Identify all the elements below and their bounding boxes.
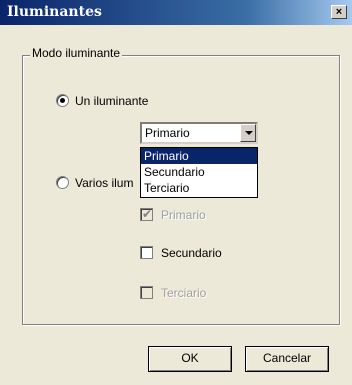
dropdown-option-terciario[interactable]: Terciario <box>141 180 257 196</box>
terciario-checkbox-label: Terciario <box>161 286 207 300</box>
window-title: Iluminantes <box>7 4 102 20</box>
check-icon: ✔ <box>142 207 153 221</box>
secundario-checkbox[interactable] <box>140 246 153 259</box>
close-icon: × <box>335 6 343 18</box>
illuminant-select-value: Primario <box>145 126 190 140</box>
close-button[interactable]: × <box>331 5 347 19</box>
single-illuminant-radio[interactable] <box>56 94 69 107</box>
dropdown-option-secundario[interactable]: Secundario <box>141 164 257 180</box>
dropdown-option-primario[interactable]: Primario <box>141 148 257 164</box>
dropdown-button[interactable] <box>240 124 256 142</box>
single-illuminant-label[interactable]: Un iluminante <box>75 94 148 108</box>
terciario-checkbox[interactable] <box>140 286 153 299</box>
multiple-illuminants-radio[interactable] <box>56 176 69 189</box>
chevron-down-icon <box>245 131 253 135</box>
title-bar: Iluminantes × <box>0 0 352 25</box>
multiple-illuminants-label[interactable]: Varios ilum <box>75 176 133 190</box>
illuminant-dropdown-list: Primario Secundario Terciario <box>140 147 258 198</box>
ok-button[interactable]: OK <box>148 346 232 372</box>
illuminant-select[interactable]: Primario <box>140 122 258 144</box>
group-legend: Modo iluminante <box>30 46 123 60</box>
radio-selected-dot <box>60 98 65 103</box>
cancel-button[interactable]: Cancelar <box>245 346 329 372</box>
secundario-checkbox-label[interactable]: Secundario <box>161 246 222 260</box>
primario-checkbox-label: Primario <box>161 208 206 222</box>
primario-checkbox[interactable]: ✔ <box>140 207 153 221</box>
